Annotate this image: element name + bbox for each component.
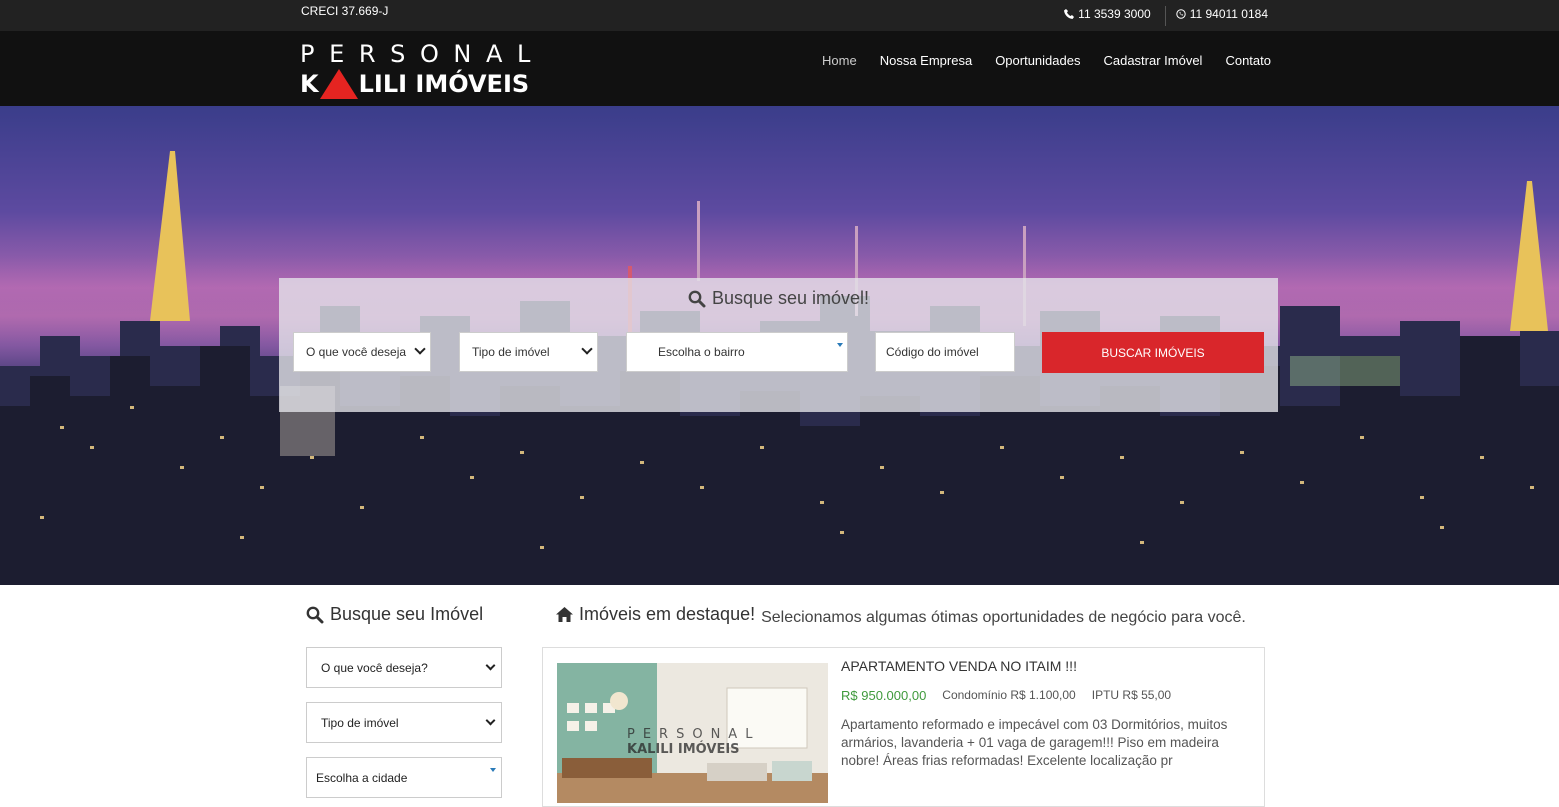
search-properties-button[interactable]: BUSCAR IMÓVEIS — [1042, 332, 1264, 373]
listing-condo-fee: Condomínio R$ 1.100,00 — [942, 688, 1076, 702]
sidebar-what-select[interactable]: O que você deseja? — [306, 647, 502, 688]
listing-price: R$ 950.000,00 — [841, 688, 927, 703]
phone-icon — [1064, 9, 1075, 19]
nav-contato[interactable]: Contato — [1225, 53, 1271, 68]
featured-title-text: Imóveis em destaque! — [579, 604, 756, 624]
hero-code-input[interactable]: Código do imóvel — [875, 332, 1015, 372]
chevron-down-icon — [485, 715, 496, 726]
hero-search-title: Busque seu imóvel! — [279, 288, 1278, 309]
contact-phones: 11 3539 3000 11 94011 0184 — [1064, 4, 1268, 26]
hero-search-title-text: Busque seu imóvel! — [711, 288, 870, 308]
main-menu: Home Nossa Empresa Oportunidades Cadastr… — [822, 53, 1271, 68]
phone-number: 11 3539 3000 — [1078, 7, 1151, 21]
featured-listing-card[interactable]: PERSONAL KALILI IMÓVEIS APARTAMENTO VEND… — [542, 647, 1265, 807]
sidebar-city-select[interactable]: Escolha a cidade — [306, 757, 502, 798]
featured-title: Imóveis em destaque! — [556, 604, 755, 625]
search-icon — [306, 606, 324, 623]
logo-line-2: K LILI IMÓVEIS — [300, 69, 529, 99]
logo-brand-text: LILI IMÓVEIS — [358, 70, 530, 98]
listing-iptu: IPTU R$ 55,00 — [1091, 688, 1172, 702]
hero-what-select[interactable]: O que você deseja — [293, 332, 431, 372]
creci-text: CRECI 37.669-J — [301, 4, 389, 18]
listing-description: Apartamento reformado e impecável com 03… — [841, 717, 1228, 768]
hero-neighborhood-select[interactable]: Escolha o bairro — [626, 332, 848, 372]
phone-divider — [1164, 6, 1166, 26]
watermark-line-1: PERSONAL — [627, 727, 761, 742]
sidebar-search-title: Busque seu Imóvel — [306, 604, 483, 625]
featured-subtitle: Selecionamos algumas ótimas oportunidade… — [761, 609, 1246, 626]
main-navbar: PERSONAL K LILI IMÓVEIS Home Nossa Empre… — [0, 31, 1559, 106]
logo-line-1: PERSONAL — [300, 40, 545, 68]
whatsapp-number: 11 94011 0184 — [1189, 7, 1268, 21]
hero-neighborhood-select-value: Escolha o bairro — [658, 345, 745, 359]
chevron-down-icon — [414, 343, 426, 355]
listing-watermark: PERSONAL KALILI IMÓVEIS — [627, 727, 760, 757]
hero-banner: Busque seu imóvel! O que você deseja Tip… — [0, 106, 1559, 585]
hero-type-select[interactable]: Tipo de imóvel — [459, 332, 598, 372]
sidebar-search-title-text: Busque seu Imóvel — [330, 604, 484, 624]
listing-photo[interactable]: PERSONAL KALILI IMÓVEIS — [557, 663, 828, 803]
hero-type-select-value: Tipo de imóvel — [472, 345, 550, 359]
hero-search-panel: Busque seu imóvel! O que você deseja Tip… — [279, 278, 1278, 412]
home-icon — [556, 607, 573, 622]
search-icon — [688, 290, 706, 307]
hero-what-select-value: O que você deseja — [306, 345, 407, 359]
nav-home[interactable]: Home — [822, 53, 857, 68]
sidebar-what-select-value: O que você deseja? — [321, 660, 428, 675]
nav-oportunidades[interactable]: Oportunidades — [995, 53, 1080, 68]
hero-code-placeholder: Código do imóvel — [886, 345, 979, 359]
listing-title[interactable]: APARTAMENTO VENDA NO ITAIM !!! — [841, 658, 1077, 674]
sidebar-type-select-value: Tipo de imóvel — [321, 715, 399, 730]
logo-letter-k: K — [300, 70, 319, 98]
watermark-line-2: KALILI IMÓVEIS — [627, 742, 740, 757]
nav-nossa-empresa[interactable]: Nossa Empresa — [880, 53, 972, 68]
caret-down-icon — [490, 768, 496, 772]
chevron-down-icon — [485, 660, 496, 671]
featured-header: Imóveis em destaque! Selecionamos alguma… — [556, 604, 1246, 627]
nav-cadastrar-imovel[interactable]: Cadastrar Imóvel — [1103, 53, 1202, 68]
logo-triangle-icon — [319, 69, 358, 99]
caret-down-icon — [837, 343, 843, 347]
sidebar-type-select[interactable]: Tipo de imóvel — [306, 702, 502, 743]
top-bar: CRECI 37.669-J 11 3539 3000 11 94011 018… — [0, 0, 1559, 31]
chevron-down-icon — [581, 343, 593, 355]
sidebar-city-select-value: Escolha a cidade — [316, 770, 408, 785]
listing-prices: R$ 950.000,00 Condomínio R$ 1.100,00 IPT… — [841, 688, 1171, 703]
whatsapp-link[interactable]: 11 94011 0184 — [1175, 7, 1268, 21]
whatsapp-icon — [1175, 9, 1186, 19]
site-logo[interactable]: PERSONAL K LILI IMÓVEIS — [300, 41, 545, 99]
phone-link[interactable]: 11 3539 3000 — [1064, 7, 1151, 21]
